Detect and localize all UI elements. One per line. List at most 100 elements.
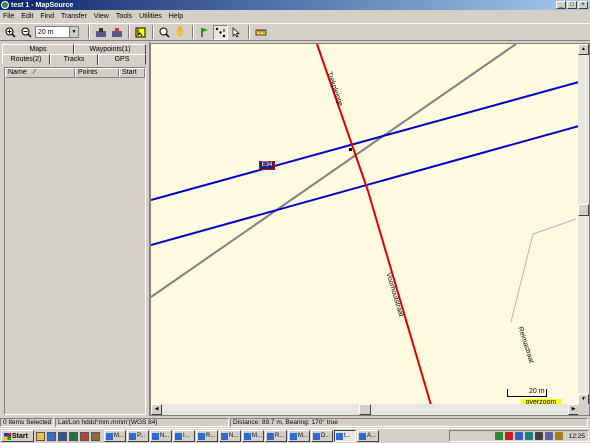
zoom-scale-select[interactable]: 20 m ▼ — [35, 26, 79, 38]
tray-icon[interactable] — [494, 432, 503, 440]
column-header-name[interactable]: Name ⁄ — [5, 68, 75, 78]
route-shield-e34: E34 — [259, 161, 275, 170]
column-header-points[interactable]: Points — [75, 68, 119, 78]
menu-tools[interactable]: Tools — [116, 13, 132, 20]
zoom-in-icon[interactable] — [3, 25, 18, 40]
toolbar: 20 m ▼ ✋ — [0, 23, 590, 41]
start-button[interactable]: Start — [1, 430, 34, 442]
taskbar-task[interactable]: N... — [219, 430, 241, 442]
receive-from-device-icon[interactable] — [93, 25, 108, 40]
tray-icon[interactable] — [514, 432, 523, 440]
taskbar-task[interactable]: P... — [127, 430, 149, 442]
toolbar-separator — [152, 25, 154, 39]
tab-row-bottom: Routes(2) Tracks GPS — [2, 54, 146, 65]
zoom-out-icon[interactable] — [19, 25, 34, 40]
app-icon — [1, 1, 9, 9]
menu-file[interactable]: File — [3, 13, 14, 20]
taskbar-task-mapsource[interactable]: t... — [334, 430, 356, 442]
zoom-tool-icon[interactable] — [157, 25, 172, 40]
waypoint-tool-icon[interactable] — [197, 25, 212, 40]
taskbar-task[interactable]: A... — [357, 430, 379, 442]
tray-icon[interactable] — [544, 432, 553, 440]
track-tool-icon[interactable] — [229, 25, 244, 40]
status-distance-bearing: Distance: 89.7 m, Bearing: 170° true — [230, 417, 588, 427]
send-to-device-icon[interactable] — [109, 25, 124, 40]
tab-tracks[interactable]: Tracks — [50, 54, 98, 65]
tray-icon[interactable] — [534, 432, 543, 440]
menu-view[interactable]: View — [94, 13, 109, 20]
route-line — [151, 125, 579, 246]
toolbar-separator — [192, 25, 194, 39]
minimize-button[interactable]: _ — [556, 1, 566, 9]
sort-icon: ⁄ — [34, 69, 36, 76]
quicklaunch-excel-icon[interactable] — [69, 431, 78, 441]
road-line — [316, 44, 369, 192]
tab-routes[interactable]: Routes(2) — [2, 54, 50, 65]
distance-bearing-icon[interactable] — [253, 25, 268, 40]
maximize-button[interactable]: □ — [567, 1, 577, 9]
scroll-left-icon[interactable]: ◀ — [151, 404, 162, 415]
status-position-format: Lat/Lon hddd°mm.mmm'(WGS 84) — [55, 417, 229, 427]
clock[interactable]: 12:25 — [569, 433, 585, 440]
left-panel: Maps Waypoints(1) Routes(2) Tracks GPS N… — [0, 42, 148, 416]
route-tool-icon[interactable] — [213, 24, 228, 40]
windows-logo-icon — [4, 432, 11, 440]
minor-street-line — [510, 233, 534, 323]
toolbar-separator — [128, 25, 130, 39]
taskbar-task[interactable]: R... — [196, 430, 218, 442]
status-selection: 0 Items Selected — [0, 417, 54, 427]
quicklaunch-explorer-icon[interactable] — [36, 431, 45, 441]
taskbar-task[interactable]: M... — [104, 430, 126, 442]
quicklaunch-outlook-icon[interactable] — [47, 431, 56, 441]
road-line — [367, 190, 432, 405]
menu-help[interactable]: Help — [169, 13, 183, 20]
toolbar-separator — [88, 25, 90, 39]
list-header: Name ⁄ Points Start — [5, 68, 145, 78]
title-bar: test 1 - MapSource _ □ × — [0, 0, 590, 10]
menu-utilities[interactable]: Utilities — [139, 13, 162, 20]
scroll-up-icon[interactable]: ▲ — [578, 44, 589, 55]
scroll-corner — [578, 404, 589, 415]
quicklaunch-access-icon[interactable] — [91, 431, 100, 441]
taskbar-task[interactable]: R... — [265, 430, 287, 442]
tray-icon[interactable] — [504, 432, 513, 440]
tracks-list[interactable]: Name ⁄ Points Start — [4, 67, 146, 415]
taskbar: Start M... P... N... I... R... N... M...… — [0, 428, 590, 443]
scale-bar-label: 20 m — [529, 388, 545, 395]
tab-gps[interactable]: GPS — [98, 54, 146, 65]
pan-icon[interactable]: ✋ — [173, 25, 188, 40]
quicklaunch-word-icon[interactable] — [58, 431, 67, 441]
vertical-scrollbar[interactable]: ▲ ▼ — [578, 44, 589, 405]
chevron-down-icon[interactable]: ▼ — [69, 27, 78, 37]
map-canvas[interactable]: Trekpleintje Voorhoutstraat Reimastraat … — [151, 44, 579, 405]
start-label: Start — [12, 432, 28, 440]
taskbar-task[interactable]: I... — [173, 430, 195, 442]
system-tray: 12:25 — [449, 430, 589, 442]
close-button[interactable]: × — [578, 1, 588, 9]
menu-bar: File Edit Find Transfer View Tools Utili… — [0, 11, 590, 22]
menu-edit[interactable]: Edit — [21, 13, 33, 20]
menu-find[interactable]: Find — [40, 13, 54, 20]
map-view[interactable]: Trekpleintje Voorhoutstraat Reimastraat … — [150, 43, 590, 416]
taskbar-tasks: M... P... N... I... R... N... M... R... … — [104, 430, 380, 442]
column-header-name-label: Name — [8, 69, 27, 76]
taskbar-task[interactable]: N... — [150, 430, 172, 442]
quicklaunch-powerpoint-icon[interactable] — [80, 431, 89, 441]
map-graphics — [151, 44, 579, 405]
zoom-scale-value: 20 m — [38, 28, 54, 36]
waypoint-marker — [349, 148, 352, 151]
minor-street-line — [532, 218, 577, 235]
taskbar-task[interactable]: D... — [311, 430, 333, 442]
horizontal-scrollbar[interactable]: ◀ ▶ — [151, 404, 579, 415]
horizontal-scroll-thumb[interactable] — [359, 404, 371, 415]
select-icon[interactable] — [133, 25, 148, 40]
column-header-start[interactable]: Start — [119, 68, 145, 78]
tray-icon[interactable] — [524, 432, 533, 440]
status-bar: 0 Items Selected Lat/Lon hddd°mm.mmm'(WG… — [0, 417, 590, 427]
taskbar-task[interactable]: M... — [288, 430, 310, 442]
vertical-scroll-thumb[interactable] — [578, 204, 589, 216]
taskbar-task[interactable]: M... — [242, 430, 264, 442]
tray-icon[interactable] — [554, 432, 563, 440]
menu-transfer[interactable]: Transfer — [61, 13, 87, 20]
window-title: test 1 - MapSource — [11, 1, 74, 9]
